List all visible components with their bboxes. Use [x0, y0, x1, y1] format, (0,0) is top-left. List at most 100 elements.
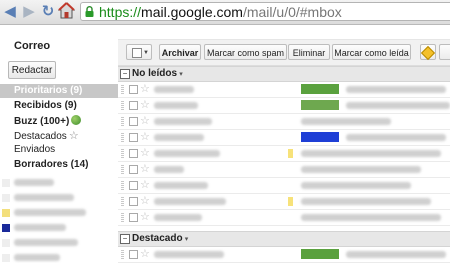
row-checkbox[interactable]: [129, 250, 138, 259]
row-checkbox[interactable]: [129, 181, 138, 190]
drag-handle-icon[interactable]: [121, 213, 124, 222]
label-icon: [420, 45, 436, 61]
label-chip: [301, 100, 339, 110]
blurred-sender: [154, 86, 194, 93]
home-icon[interactable]: [58, 2, 75, 20]
blurred-sender: [154, 102, 198, 109]
section-header-starred[interactable]: − Destacado: [118, 231, 450, 247]
row-checkbox[interactable]: [129, 133, 138, 142]
star-icon[interactable]: ☆: [140, 146, 150, 159]
collapse-icon[interactable]: −: [120, 234, 130, 244]
labels-button[interactable]: [420, 44, 436, 61]
report-spam-button[interactable]: Marcar como spam: [204, 44, 287, 60]
forward-arrow-icon[interactable]: ▶: [21, 3, 37, 19]
row-checkbox[interactable]: [129, 149, 138, 158]
status-icon: [2, 179, 10, 187]
chat-contact[interactable]: [0, 238, 118, 248]
row-checkbox[interactable]: [129, 85, 138, 94]
star-icon[interactable]: ☆: [140, 114, 150, 127]
blurred-sender: [154, 251, 224, 258]
blurred-subject: [301, 166, 421, 173]
blurred-sender: [154, 118, 212, 125]
lock-icon: [85, 6, 94, 17]
drag-handle-icon[interactable]: [121, 165, 124, 174]
star-icon[interactable]: ☆: [140, 162, 150, 175]
section-header-unread[interactable]: − No leídos: [118, 66, 450, 82]
star-icon[interactable]: ☆: [140, 210, 150, 223]
star-icon[interactable]: ☆: [140, 82, 150, 95]
select-all-dropdown[interactable]: ▼: [126, 44, 152, 60]
collapse-icon[interactable]: −: [120, 69, 130, 79]
important-marker-icon[interactable]: [288, 149, 293, 158]
row-checkbox[interactable]: [129, 197, 138, 206]
star-icon[interactable]: ☆: [140, 130, 150, 143]
message-row[interactable]: ☆: [118, 114, 450, 130]
drag-handle-icon[interactable]: [121, 250, 124, 259]
blurred-text: [14, 239, 78, 246]
mark-as-read-button[interactable]: Marcar como leída: [332, 44, 411, 60]
star-icon: ☆: [68, 129, 79, 142]
address-bar[interactable]: https://mail.google.com/mail/u/0/#mbox: [80, 2, 450, 21]
chat-contact[interactable]: [0, 253, 118, 263]
message-row[interactable]: ☆: [118, 178, 450, 194]
checkbox-icon: [132, 48, 142, 58]
url-text: https://mail.google.com/mail/u/0/#mbox: [99, 4, 342, 20]
star-icon[interactable]: ☆: [140, 178, 150, 191]
status-icon: [2, 254, 10, 262]
reload-icon[interactable]: ↻: [40, 3, 56, 19]
chevron-down-icon: ▼: [143, 50, 149, 56]
drag-handle-icon[interactable]: [121, 117, 124, 126]
star-icon[interactable]: ☆: [140, 194, 150, 207]
chat-contact[interactable]: [0, 223, 118, 233]
mail-list-panel: ▼ Archivar Marcar como spam Eliminar Mar…: [118, 25, 450, 263]
star-icon[interactable]: ☆: [140, 98, 150, 111]
buzz-icon: [71, 115, 82, 125]
drag-handle-icon[interactable]: [121, 85, 124, 94]
back-arrow-icon[interactable]: ◀: [2, 3, 18, 19]
more-button[interactable]: [439, 44, 450, 60]
star-icon[interactable]: ☆: [140, 247, 150, 260]
url-host: mail.google.com: [141, 4, 243, 20]
blurred-text: [14, 209, 86, 216]
section-title-starred: Destacado: [132, 233, 188, 244]
blurred-subject: [346, 86, 446, 93]
mail-toolbar: ▼ Archivar Marcar como spam Eliminar Mar…: [118, 39, 450, 66]
sidebar-item-destacados[interactable]: Destacados ☆: [14, 129, 79, 142]
compose-button[interactable]: Redactar: [8, 61, 56, 79]
sidebar-item-enviados[interactable]: Enviados: [14, 144, 55, 155]
blurred-subject: [301, 182, 411, 189]
drag-handle-icon[interactable]: [121, 101, 124, 110]
blurred-subject: [346, 251, 446, 258]
drag-handle-icon[interactable]: [121, 181, 124, 190]
row-checkbox[interactable]: [129, 101, 138, 110]
blurred-sender: [154, 150, 220, 157]
sidebar-item-recibidos[interactable]: Recibidos (9): [14, 100, 77, 111]
status-icon: [2, 194, 10, 202]
row-checkbox[interactable]: [129, 165, 138, 174]
message-row[interactable]: ☆: [118, 82, 450, 98]
drag-handle-icon[interactable]: [121, 133, 124, 142]
drag-handle-icon[interactable]: [121, 149, 124, 158]
row-checkbox[interactable]: [129, 213, 138, 222]
chat-contact[interactable]: [0, 193, 118, 203]
drag-handle-icon[interactable]: [121, 197, 124, 206]
sidebar-item-buzz-label: Buzz (100+): [14, 116, 70, 127]
important-marker-icon[interactable]: [288, 197, 293, 206]
chat-contact[interactable]: [0, 208, 118, 218]
row-checkbox[interactable]: [129, 117, 138, 126]
blurred-text: [14, 254, 60, 261]
app-switcher-label[interactable]: Correo: [14, 40, 50, 52]
archive-button[interactable]: Archivar: [159, 44, 201, 60]
message-row[interactable]: ☆: [118, 210, 450, 226]
sidebar-item-borradores[interactable]: Borradores (14): [14, 159, 88, 170]
sidebar-item-buzz[interactable]: Buzz (100+): [14, 115, 82, 127]
sidebar-item-prioritarios[interactable]: Prioritarios (9): [14, 85, 82, 96]
message-row[interactable]: ☆: [118, 146, 450, 162]
message-row[interactable]: ☆: [118, 194, 450, 210]
message-row[interactable]: ☆: [118, 247, 450, 263]
delete-button[interactable]: Eliminar: [288, 44, 330, 60]
chat-contact[interactable]: [0, 178, 118, 188]
message-row[interactable]: ☆: [118, 130, 450, 146]
message-row[interactable]: ☆: [118, 162, 450, 178]
message-row[interactable]: ☆: [118, 98, 450, 114]
